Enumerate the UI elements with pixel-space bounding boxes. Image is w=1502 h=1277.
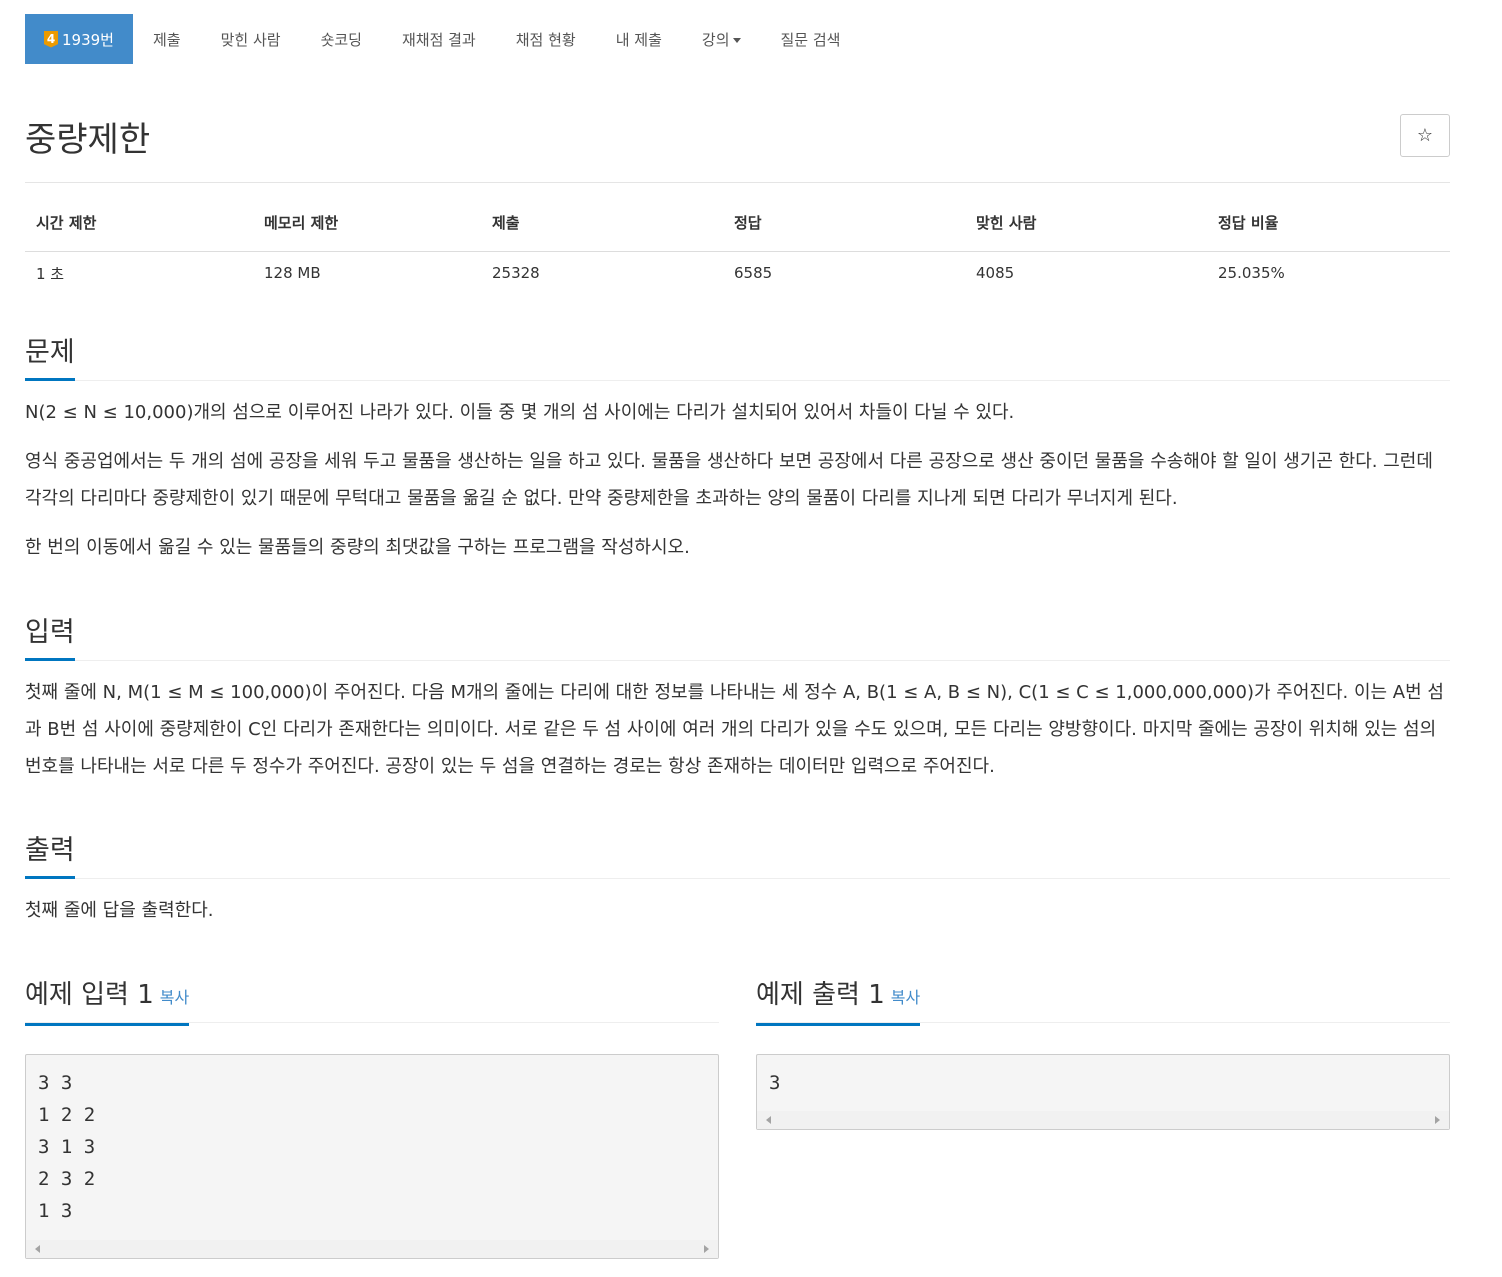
problem-info-table: 시간 제한 메모리 제한 제출 정답 맞힌 사람 정답 비율 1 초 128 M… xyxy=(25,206,1450,295)
header-accepted: 정답 xyxy=(723,206,965,252)
scroll-right-icon[interactable] xyxy=(1435,1116,1440,1124)
sample-input-line: 2 3 2 xyxy=(38,1168,96,1190)
problem-paragraph: 영식 중공업에서는 두 개의 섬에 공장을 세워 두고 물품을 생산하는 일을 … xyxy=(25,451,1433,509)
sample-output-heading-label: 예제 출력 1 xyxy=(756,980,885,1010)
sample-output-line: 3 xyxy=(769,1072,781,1094)
tab-submit[interactable]: 제출 xyxy=(133,14,201,64)
input-heading: 입력 xyxy=(25,615,75,661)
problem-heading: 문제 xyxy=(25,335,75,381)
tab-judge-status[interactable]: 채점 현황 xyxy=(496,14,596,64)
star-icon: ☆ xyxy=(1416,125,1434,146)
sample-input-heading: 예제 입력 1 복사 xyxy=(25,977,190,1026)
value-accepted: 6585 xyxy=(734,264,773,283)
sample-input-heading-bar: 예제 입력 1 복사 xyxy=(25,977,719,1026)
problem-section: 문제 N(2 ≤ N ≤ 10,000)개의 섬으로 이루어진 나라가 있다. … xyxy=(25,335,1450,566)
star-button[interactable]: ☆ xyxy=(1400,114,1450,157)
problem-title: 중량제한 xyxy=(25,120,151,160)
value-time-limit: 1 초 xyxy=(36,264,65,283)
input-heading-bar: 입력 xyxy=(25,615,1450,661)
tab-lectures-label: 강의 xyxy=(701,30,730,49)
output-heading-bar: 출력 xyxy=(25,833,1450,879)
tab-rejudge-results[interactable]: 재채점 결과 xyxy=(382,14,496,64)
info-header-row: 시간 제한 메모리 제한 제출 정답 맞힌 사람 정답 비율 xyxy=(25,206,1450,252)
input-description: 첫째 줄에 N, M(1 ≤ M ≤ 100,000)이 주어진다. 다음 M개… xyxy=(25,674,1450,785)
caret-down-icon xyxy=(732,37,741,43)
tier-badge-icon: 4 xyxy=(44,30,58,48)
scroll-right-icon[interactable] xyxy=(704,1245,709,1253)
value-memory-limit: 128 MB xyxy=(264,264,321,283)
scroll-left-icon[interactable] xyxy=(35,1245,40,1253)
tab-problem-number[interactable]: 4 1939번 xyxy=(25,14,133,64)
sample-input-line: 3 1 3 xyxy=(38,1136,96,1158)
problem-paragraph: N(2 ≤ N ≤ 10,000)개의 섬으로 이루어진 나라가 있다. 이들 … xyxy=(25,402,1015,423)
tab-question-search[interactable]: 질문 검색 xyxy=(761,14,861,64)
problem-number-label: 1939번 xyxy=(62,30,114,49)
output-description: 첫째 줄에 답을 출력한다. xyxy=(25,892,1450,929)
sample-input-heading-label: 예제 입력 1 xyxy=(25,980,154,1010)
sample-input-box[interactable]: 3 3 1 2 2 3 1 3 2 3 2 1 3 xyxy=(25,1054,719,1259)
copy-input-button[interactable]: 복사 xyxy=(160,988,189,1007)
sample-output-heading: 예제 출력 1 복사 xyxy=(756,977,921,1026)
horizontal-scrollbar[interactable] xyxy=(26,1240,718,1258)
problem-description: N(2 ≤ N ≤ 10,000)개의 섬으로 이루어진 나라가 있다. 이들 … xyxy=(25,394,1450,566)
value-solved-users: 4085 xyxy=(976,264,1015,283)
horizontal-scrollbar[interactable] xyxy=(757,1111,1449,1129)
header-memory-limit: 메모리 제한 xyxy=(253,206,481,252)
output-heading: 출력 xyxy=(25,833,75,879)
sample-input-line: 1 2 2 xyxy=(38,1104,96,1126)
header-accept-ratio: 정답 비율 xyxy=(1207,206,1450,252)
header-solved-users: 맞힌 사람 xyxy=(965,206,1207,252)
tab-lectures[interactable]: 강의 xyxy=(682,14,761,64)
value-submissions: 25328 xyxy=(492,264,540,283)
problem-paragraph: 한 번의 이동에서 옮길 수 있는 물품들의 중량의 최댓값을 구하는 프로그램… xyxy=(25,537,690,558)
input-section: 입력 첫째 줄에 N, M(1 ≤ M ≤ 100,000)이 주어진다. 다음… xyxy=(25,615,1450,785)
sample-input-section: 예제 입력 1 복사 3 3 1 2 2 3 1 3 2 3 2 1 3 xyxy=(25,977,719,1259)
output-section: 출력 첫째 줄에 답을 출력한다. xyxy=(25,833,1450,929)
sample-output-box[interactable]: 3 xyxy=(756,1054,1450,1130)
sample-output-heading-bar: 예제 출력 1 복사 xyxy=(756,977,1450,1026)
output-paragraph: 첫째 줄에 답을 출력한다. xyxy=(25,900,214,921)
header-time-limit: 시간 제한 xyxy=(25,206,253,252)
info-value-row: 1 초 128 MB 25328 6585 4085 25.035% xyxy=(25,251,1450,295)
input-paragraph: 첫째 줄에 N, M(1 ≤ M ≤ 100,000)이 주어진다. 다음 M개… xyxy=(25,682,1444,777)
sample-input-line: 1 3 xyxy=(38,1200,73,1222)
problem-heading-bar: 문제 xyxy=(25,335,1450,381)
tab-short-coding[interactable]: 숏코딩 xyxy=(301,14,382,64)
header-submissions: 제출 xyxy=(481,206,723,252)
tab-solved-users[interactable]: 맞힌 사람 xyxy=(201,14,301,64)
copy-output-button[interactable]: 복사 xyxy=(891,988,920,1007)
sample-output-section: 예제 출력 1 복사 3 xyxy=(756,977,1450,1130)
sample-input-line: 3 3 xyxy=(38,1072,73,1094)
tab-my-submissions[interactable]: 내 제출 xyxy=(596,14,682,64)
problem-menu: 4 1939번 제출 맞힌 사람 숏코딩 재채점 결과 채점 현황 내 제출 강… xyxy=(25,14,860,64)
scroll-left-icon[interactable] xyxy=(766,1116,771,1124)
title-divider xyxy=(25,182,1450,183)
value-accept-ratio: 25.035% xyxy=(1218,264,1285,283)
